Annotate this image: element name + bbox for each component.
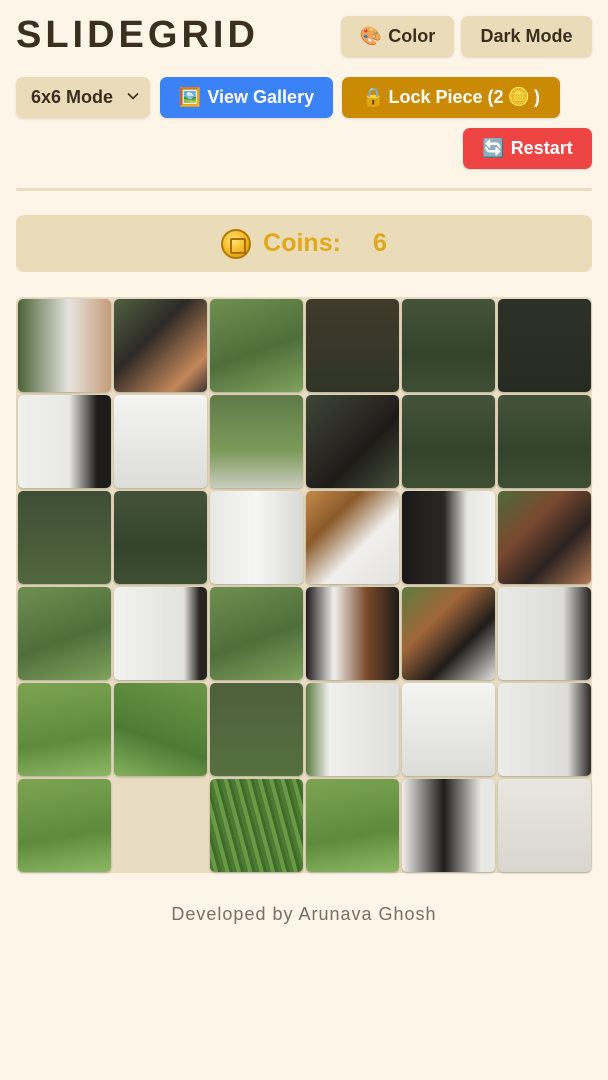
- puzzle-tile[interactable]: [17, 778, 111, 872]
- dark-mode-button[interactable]: Dark Mode: [461, 16, 592, 57]
- puzzle-tile[interactable]: [497, 490, 591, 584]
- puzzle-tile[interactable]: [17, 586, 111, 680]
- puzzle-tile[interactable]: [401, 298, 495, 392]
- lock-icon: 🔒: [362, 87, 385, 107]
- restart-label: Restart: [510, 138, 573, 158]
- puzzle-tile[interactable]: [497, 586, 591, 680]
- color-button-label: Color: [388, 26, 436, 46]
- puzzle-tile[interactable]: [497, 394, 591, 488]
- puzzle-tile[interactable]: [209, 778, 303, 872]
- developer-credit: Developed by Arunava Ghosh: [171, 904, 437, 924]
- puzzle-tile[interactable]: [497, 298, 591, 392]
- coins-panel: Coins: 6: [16, 215, 592, 272]
- color-button[interactable]: 🎨 Color: [341, 16, 454, 57]
- grid-mode-value: 6x6 Mode: [31, 87, 114, 107]
- puzzle-tile[interactable]: [209, 394, 303, 488]
- chevron-down-icon: [127, 92, 139, 100]
- palette-icon: 🎨: [359, 26, 383, 46]
- puzzle-tile[interactable]: [401, 586, 495, 680]
- puzzle-tile[interactable]: [497, 682, 591, 776]
- restart-button[interactable]: 🔄 Restart: [463, 128, 592, 169]
- puzzle-tile[interactable]: [209, 490, 303, 584]
- view-gallery-button[interactable]: 🖼️ View Gallery: [160, 77, 333, 118]
- puzzle-tile[interactable]: [113, 394, 207, 488]
- coins-value: 6: [372, 229, 387, 257]
- view-gallery-label: View Gallery: [207, 87, 315, 107]
- puzzle-tile[interactable]: [305, 682, 399, 776]
- puzzle-tile[interactable]: [209, 298, 303, 392]
- grid-mode-select[interactable]: 6x6 Mode: [16, 77, 150, 118]
- puzzle-tile[interactable]: [209, 682, 303, 776]
- empty-tile: [113, 778, 207, 872]
- puzzle-tile[interactable]: [113, 682, 207, 776]
- coin-icon: [221, 228, 252, 259]
- puzzle-tile[interactable]: [305, 394, 399, 488]
- puzzle-tile[interactable]: [305, 298, 399, 392]
- puzzle-tile[interactable]: [113, 490, 207, 584]
- puzzle-tile[interactable]: [17, 682, 111, 776]
- puzzle-tile[interactable]: [17, 298, 111, 392]
- coin-icon: 🪙: [507, 87, 530, 107]
- puzzle-tile[interactable]: [497, 778, 591, 872]
- puzzle-tile[interactable]: [113, 298, 207, 392]
- puzzle-tile[interactable]: [401, 394, 495, 488]
- framed-picture-icon: 🖼️: [178, 87, 202, 107]
- puzzle-tile[interactable]: [209, 586, 303, 680]
- refresh-icon: 🔄: [482, 138, 505, 158]
- lock-piece-label: Lock Piece (2: [388, 87, 504, 107]
- puzzle-tile[interactable]: [305, 778, 399, 872]
- lock-piece-label-end: ): [533, 87, 540, 107]
- puzzle-tile[interactable]: [17, 490, 111, 584]
- app-title: SLIDEGRID: [16, 14, 259, 56]
- puzzle-tile[interactable]: [401, 490, 495, 584]
- puzzle-board: [16, 297, 592, 873]
- puzzle-tile[interactable]: [305, 490, 399, 584]
- puzzle-tile[interactable]: [17, 394, 111, 488]
- puzzle-tile[interactable]: [401, 778, 495, 872]
- divider: [16, 188, 592, 191]
- lock-piece-button[interactable]: 🔒 Lock Piece (2 🪙 ): [342, 77, 560, 118]
- coins-label: Coins:: [263, 229, 341, 257]
- puzzle-tile[interactable]: [113, 586, 207, 680]
- puzzle-tile[interactable]: [401, 682, 495, 776]
- puzzle-tile[interactable]: [305, 586, 399, 680]
